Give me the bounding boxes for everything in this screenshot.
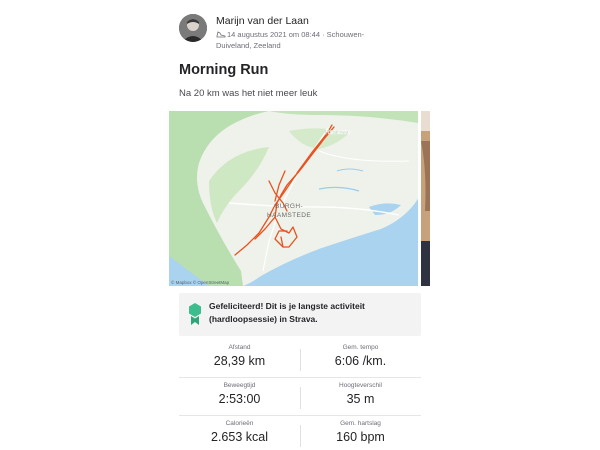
stat-pace-value: 6:06 /km. bbox=[334, 354, 387, 368]
achievement-badge-icon bbox=[188, 302, 202, 326]
stat-distance: Afstand 28,39 km bbox=[179, 340, 300, 378]
activity-title[interactable]: Morning Run bbox=[179, 62, 268, 78]
activity-photo-thumbnail[interactable] bbox=[421, 111, 430, 286]
stat-heart-rate-value: 160 bpm bbox=[336, 430, 385, 444]
avatar[interactable] bbox=[179, 14, 207, 42]
stats-row-1: Afstand 28,39 km Gem. tempo 6:06 /km. bbox=[179, 340, 421, 378]
stat-calories-label: Calorieën bbox=[225, 420, 254, 427]
running-shoe-icon bbox=[216, 30, 226, 38]
stat-heart-rate-label: Gem. hartslag bbox=[340, 420, 381, 427]
stat-elevation-value: 35 m bbox=[346, 392, 375, 406]
stats-row-3: Calorieën 2.653 kcal Gem. hartslag 160 b… bbox=[179, 416, 421, 450]
stat-distance-value: 28,39 km bbox=[213, 354, 266, 368]
activity-description: Na 20 km was het niet meer leuk bbox=[179, 88, 318, 99]
stats-row-2: Beweegtijd 2:53:00 Hoogteverschil 35 m bbox=[179, 378, 421, 416]
route-map-svg: Renesse BURGH- HAAMSTEDE bbox=[169, 111, 418, 286]
activity-date-location: 14 augustus 2021 om 08:44 · Schouwen-Dui… bbox=[216, 30, 365, 50]
map-attribution[interactable]: © Mapbox © OpenStreetMap bbox=[171, 280, 229, 285]
stat-distance-label: Afstand bbox=[228, 344, 251, 351]
activity-header: Marijn van der Laan 14 augustus 2021 om … bbox=[179, 14, 429, 64]
stat-moving-time: Beweegtijd 2:53:00 bbox=[179, 378, 300, 416]
activity-stats: Afstand 28,39 km Gem. tempo 6:06 /km. Be… bbox=[179, 340, 421, 450]
stat-elevation: Hoogteverschil 35 m bbox=[300, 378, 421, 416]
activity-meta: 14 augustus 2021 om 08:44 · Schouwen-Dui… bbox=[216, 29, 386, 51]
stat-pace: Gem. tempo 6:06 /km. bbox=[300, 340, 421, 378]
author-name[interactable]: Marijn van der Laan bbox=[216, 15, 309, 27]
stat-moving-time-value: 2:53:00 bbox=[218, 392, 261, 406]
map-label-renesse: Renesse bbox=[325, 129, 351, 136]
stat-heart-rate: Gem. hartslag 160 bpm bbox=[300, 416, 421, 450]
map-label-burgh-line2: HAAMSTEDE bbox=[267, 212, 311, 219]
stat-elevation-label: Hoogteverschil bbox=[339, 382, 382, 389]
achievement-banner: Gefeliciteerd! Dit is je langste activit… bbox=[179, 293, 421, 336]
route-map[interactable]: Renesse BURGH- HAAMSTEDE © Mapbox © Open… bbox=[169, 111, 418, 286]
achievement-text: Gefeliciteerd! Dit is je langste activit… bbox=[209, 301, 365, 324]
stat-calories-value: 2.653 kcal bbox=[211, 430, 268, 444]
stat-moving-time-label: Beweegtijd bbox=[223, 382, 256, 389]
map-label-burgh-line1: BURGH- bbox=[275, 203, 303, 210]
stat-calories: Calorieën 2.653 kcal bbox=[179, 416, 300, 450]
stat-pace-label: Gem. tempo bbox=[342, 344, 379, 351]
